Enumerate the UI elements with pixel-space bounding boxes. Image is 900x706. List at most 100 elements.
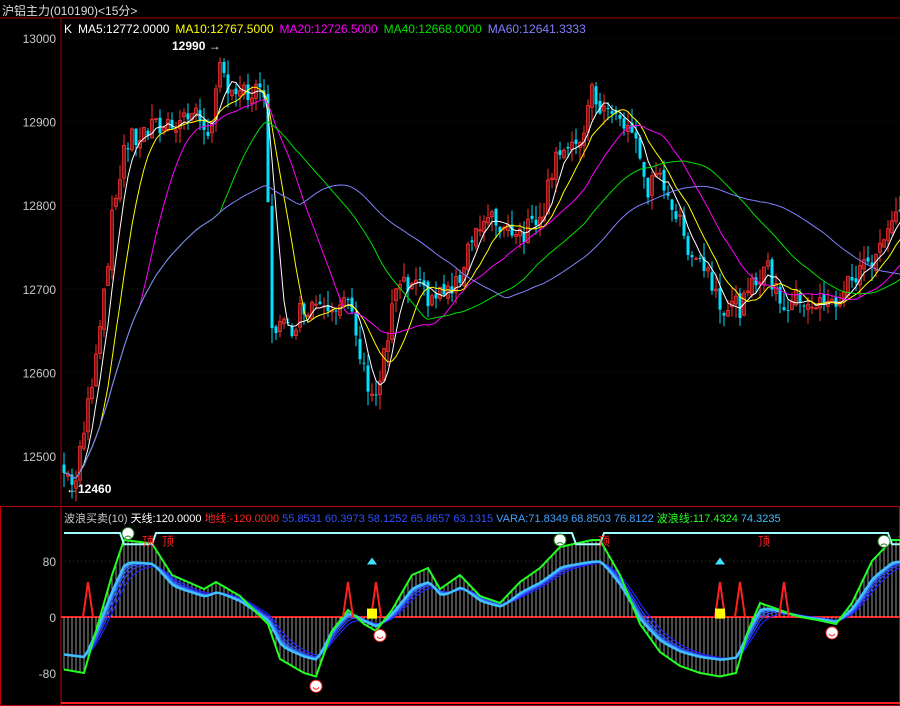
candle-body	[510, 224, 514, 236]
candle-body	[622, 118, 626, 129]
candle-body	[634, 132, 638, 139]
legend-item: MA40:12668.0000	[383, 22, 482, 36]
candle-body	[234, 88, 238, 95]
candle-body	[670, 199, 674, 210]
legend-item: 波浪线:117.4324	[656, 513, 738, 525]
candle-body	[274, 326, 278, 333]
candle-body	[522, 232, 526, 243]
candle-body	[434, 293, 438, 299]
wave-line	[63, 538, 900, 678]
candle-body	[170, 119, 174, 129]
buy-spike	[734, 581, 746, 618]
ma40-line	[63, 121, 900, 479]
candle-body	[618, 114, 622, 119]
house-icon	[367, 557, 377, 565]
buy-spike	[82, 581, 94, 618]
candle-body	[470, 240, 474, 243]
candle-body	[374, 394, 378, 396]
vara-line	[63, 560, 900, 661]
candle-body	[222, 61, 226, 73]
candle-body	[606, 107, 610, 109]
ma5-line	[63, 80, 900, 479]
candle-body	[718, 288, 722, 310]
candle-body	[690, 255, 694, 258]
candle-body	[270, 206, 274, 329]
chart-canvas[interactable]: 12500 12600 12700 12800 12900 13000 12990 → ←12…	[0, 0, 900, 706]
top-marker: 顶	[758, 535, 770, 549]
candle-body	[186, 113, 190, 120]
candle-body	[638, 137, 642, 159]
price-tick: 13000	[23, 32, 57, 46]
candle-body	[782, 307, 786, 310]
candle-body	[566, 146, 570, 149]
candle-body	[642, 161, 646, 177]
top-marker: 顶	[142, 535, 154, 549]
candle-body	[574, 139, 578, 144]
candle-body	[866, 257, 870, 262]
candle-body	[786, 309, 790, 311]
candle-body	[662, 169, 666, 191]
candle-body	[62, 464, 66, 473]
candle-body	[594, 86, 598, 105]
candle-body	[206, 131, 210, 136]
legend-item: MA60:12641.3333	[487, 22, 586, 36]
smile-icon	[309, 679, 323, 693]
indicator-tick: 0	[49, 611, 56, 625]
ma60-line	[63, 184, 900, 479]
price-tick: 12800	[23, 199, 57, 213]
candle-body	[354, 313, 358, 336]
candle-body	[358, 339, 362, 360]
candle-body	[558, 150, 562, 156]
indicator-tick: 80	[43, 555, 57, 569]
candle-body	[158, 117, 162, 134]
price-tick: 12900	[23, 116, 57, 130]
indicator-legend: 波浪买卖(10) 天线:120.0000 地线:-120.0000 55.8531 6…	[64, 510, 784, 526]
candle-body	[134, 128, 138, 146]
candle-body	[722, 313, 726, 316]
sky-line	[64, 532, 900, 546]
top-marker: 顶	[598, 535, 610, 549]
candle-body	[534, 219, 538, 226]
smile-icon	[373, 629, 387, 643]
candle-body	[126, 148, 130, 150]
candle-body	[610, 111, 614, 114]
candle-body	[530, 215, 534, 219]
candle-body	[458, 275, 462, 283]
legend-item: VARA:71.8349 68.8503 76.8122	[496, 513, 654, 525]
price-tick: 12600	[23, 366, 57, 380]
candle-body	[710, 272, 714, 291]
bottom-marker	[367, 608, 377, 619]
candle-body	[854, 278, 858, 283]
top-marker: 顶	[162, 535, 174, 549]
frown-icon	[877, 534, 891, 548]
candle-body	[426, 281, 430, 307]
candle-body	[318, 301, 322, 304]
candle-body	[418, 278, 422, 280]
legend-item: 74.3235	[740, 513, 781, 525]
legend-item: 地线:-120.0000	[204, 513, 280, 525]
ma-legend: K MA5:12772.0000 MA10:12767.5000 MA20:12726…	[64, 22, 592, 36]
legend-item: 波浪买卖(10)	[64, 513, 128, 525]
indicator-tick: -80	[39, 667, 57, 681]
high-annotation: 12990 →	[172, 39, 221, 53]
price-tick: 12700	[23, 283, 57, 297]
legend-item: MA20:12726.5000	[279, 22, 378, 36]
candle-body	[802, 305, 806, 307]
candle-body	[290, 325, 294, 336]
smile-icon	[825, 626, 839, 640]
candle-body	[674, 211, 678, 219]
candle-body	[258, 83, 262, 88]
frown-icon	[553, 533, 567, 547]
candle-body	[850, 276, 854, 281]
legend-item: 55.8531 60.3973 58.1252 65.8657 63.1315	[282, 513, 494, 525]
bottom-marker	[715, 608, 725, 619]
house-icon	[715, 557, 725, 565]
candle-body	[770, 259, 774, 290]
candle-body	[362, 362, 366, 364]
legend-item: MA10:12767.5000	[175, 22, 274, 36]
candle-body	[334, 310, 338, 312]
candle-body	[366, 365, 370, 392]
candle-body	[646, 177, 650, 198]
candle-body	[686, 236, 690, 255]
ma10-line	[63, 86, 900, 479]
